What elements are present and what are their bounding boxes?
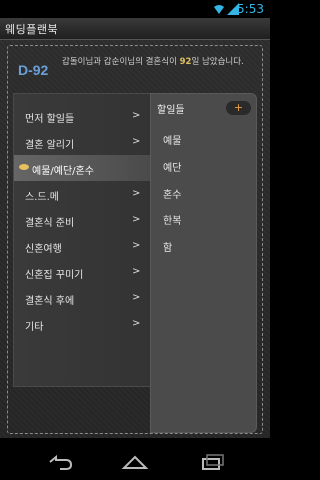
chevron-right-icon: > — [132, 110, 141, 121]
chevron-right-icon: > — [132, 214, 141, 225]
category-menu: 먼저 할일들 > 결혼 알리기 > 예물/예단/혼수 스.드.메 > 결혼식 준… — [13, 93, 153, 387]
menu-item-label: 신혼여행 — [25, 244, 62, 255]
menu-item-new-home[interactable]: 신혼집 꾸미기 > — [14, 259, 152, 285]
nav-bar — [0, 448, 270, 480]
app-title: 웨딩플랜북 — [5, 23, 59, 36]
notice-number: 92 — [179, 57, 192, 67]
ring-icon — [19, 164, 29, 170]
submenu-item[interactable]: 예물 — [163, 132, 181, 147]
menu-item-label: 스.드.메 — [25, 192, 59, 203]
chevron-right-icon: > — [132, 188, 141, 199]
wifi-icon — [214, 5, 224, 14]
menu-item-ceremony-prep[interactable]: 결혼식 준비 > — [14, 207, 152, 233]
home-icon[interactable] — [121, 452, 149, 472]
add-task-button[interactable]: + — [226, 101, 251, 115]
back-icon[interactable] — [46, 452, 74, 472]
notice-prefix: 갑돌이님과 갑순이님의 결혼식이 — [62, 57, 180, 67]
status-bar: 5:53 — [0, 0, 270, 18]
menu-item-label: 결혼 알리기 — [25, 140, 75, 151]
action-bar: 웨딩플랜북 — [0, 18, 270, 40]
menu-item-sdm[interactable]: 스.드.메 > — [14, 181, 152, 207]
notice-suffix: 일 남았습니다. — [191, 57, 244, 67]
submenu-title: 할일들 — [157, 105, 185, 116]
menu-item-label: 기타 — [25, 322, 44, 333]
menu-item-label: 먼저 할일들 — [25, 114, 75, 125]
menu-item-announce[interactable]: 결혼 알리기 > — [14, 129, 152, 155]
recents-icon[interactable] — [198, 452, 226, 472]
menu-item-after-wedding[interactable]: 결혼식 후에 > — [14, 285, 152, 311]
status-time: 5:53 — [237, 2, 264, 16]
menu-item-label: 결혼식 후에 — [25, 296, 75, 307]
menu-item-etc[interactable]: 기타 > — [14, 311, 152, 337]
menu-item-label: 신혼집 꾸미기 — [25, 270, 84, 281]
menu-item-honeymoon[interactable]: 신혼여행 > — [14, 233, 152, 259]
chevron-right-icon: > — [132, 136, 141, 147]
chevron-right-icon: > — [132, 266, 141, 277]
dday-counter: D-92 — [18, 62, 49, 78]
chevron-right-icon: > — [132, 318, 141, 329]
submenu-item[interactable]: 예단 — [163, 159, 181, 174]
submenu-item[interactable]: 함 — [163, 239, 172, 254]
menu-item-gifts[interactable]: 예물/예단/혼수 — [14, 155, 152, 181]
task-submenu: 할일들 + 예물 예단 혼수 한복 함 — [150, 93, 257, 433]
chevron-right-icon: > — [132, 240, 141, 251]
dday-notice: 갑돌이님과 갑순이님의 결혼식이 92일 남았습니다. — [62, 57, 247, 68]
main-content: D-92 갑돌이님과 갑순이님의 결혼식이 92일 남았습니다. 먼저 할일들 … — [0, 40, 270, 438]
menu-item-label: 예물/예단/혼수 — [32, 166, 94, 177]
menu-item-first-tasks[interactable]: 먼저 할일들 > — [14, 103, 152, 129]
submenu-item[interactable]: 한복 — [163, 212, 181, 227]
submenu-item[interactable]: 혼수 — [163, 186, 181, 201]
chevron-right-icon: > — [132, 292, 141, 303]
menu-item-label: 결혼식 준비 — [25, 218, 75, 229]
